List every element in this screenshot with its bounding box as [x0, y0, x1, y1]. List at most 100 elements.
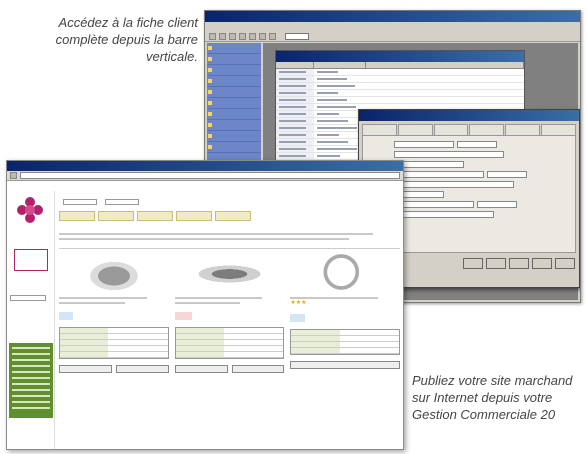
site-search-row [59, 199, 400, 205]
vertical-bar-item[interactable] [207, 76, 261, 87]
product-badge [59, 312, 74, 320]
product-detail-button[interactable] [59, 365, 112, 373]
vertical-bar-item[interactable] [207, 131, 261, 142]
category-link[interactable] [12, 395, 50, 397]
product-table [59, 327, 169, 359]
client-card-button[interactable] [555, 258, 575, 269]
product-image[interactable] [77, 254, 151, 294]
product-detail-button[interactable] [174, 365, 228, 373]
product-image[interactable] [308, 254, 383, 294]
category-link[interactable] [12, 389, 50, 391]
product-image[interactable] [192, 254, 267, 294]
product-table [174, 327, 285, 359]
column-header[interactable] [276, 62, 314, 69]
category-link[interactable] [12, 377, 50, 379]
vertical-bar-item[interactable] [207, 142, 261, 153]
client-list-header [276, 62, 524, 69]
app-menu-bar[interactable] [205, 22, 580, 31]
product-buttons [174, 365, 285, 373]
product-desc [174, 302, 241, 304]
product-desc [59, 302, 125, 304]
client-card-button[interactable] [486, 258, 506, 269]
vertical-bar-item[interactable] [207, 65, 261, 76]
app-toolbar [205, 31, 580, 42]
client-list-row[interactable] [276, 69, 524, 76]
category-link[interactable] [12, 365, 50, 367]
client-card-tab[interactable] [397, 124, 433, 135]
site-left-column [7, 191, 55, 449]
toolbar-button[interactable] [209, 32, 216, 40]
site-badge[interactable] [14, 249, 48, 271]
client-list-row[interactable] [276, 76, 524, 83]
product-buttons [59, 365, 169, 373]
category-link[interactable] [12, 401, 50, 403]
site-logo[interactable] [17, 197, 43, 223]
client-card-tab[interactable] [433, 124, 469, 135]
left-search-input[interactable] [10, 295, 46, 301]
product-name[interactable] [174, 297, 263, 299]
site-search-input[interactable] [105, 199, 139, 205]
category-link[interactable] [12, 359, 50, 361]
add-to-cart-button[interactable] [115, 365, 169, 373]
product-card [174, 252, 285, 392]
category-menu [9, 343, 53, 418]
app-title-bar[interactable] [205, 11, 580, 22]
product-table [290, 329, 401, 355]
client-card-tab[interactable] [505, 124, 541, 135]
category-link[interactable] [12, 383, 50, 385]
intro-text [59, 233, 373, 235]
client-card-button[interactable] [463, 258, 483, 269]
category-link[interactable] [12, 347, 50, 349]
product-card: ★★★ [290, 252, 401, 392]
product-badge [174, 312, 192, 320]
client-card-field [367, 140, 571, 149]
client-list-title-bar[interactable] [276, 51, 524, 62]
vertical-bar-item[interactable] [207, 54, 261, 65]
browser-address-bar [7, 171, 403, 181]
vertical-bar-item[interactable] [207, 87, 261, 98]
client-card-tab[interactable] [469, 124, 505, 135]
client-list-row[interactable] [276, 83, 524, 90]
product-name[interactable] [59, 297, 147, 299]
site-search-input[interactable] [63, 199, 97, 205]
vertical-bar-item[interactable] [207, 98, 261, 109]
site-nav-tab[interactable] [176, 211, 212, 221]
site-nav-tab[interactable] [98, 211, 134, 221]
client-card-field [367, 150, 571, 159]
category-link[interactable] [12, 371, 50, 373]
add-to-cart-button[interactable] [231, 365, 285, 373]
vertical-bar-item[interactable] [207, 109, 261, 120]
site-nav-tab[interactable] [59, 211, 95, 221]
column-header[interactable] [314, 62, 366, 69]
product-badge [290, 314, 305, 322]
menu-item[interactable] [211, 23, 213, 29]
client-list-row[interactable] [276, 97, 524, 104]
site-nav-tab[interactable] [215, 211, 251, 221]
site-nav-tab[interactable] [137, 211, 173, 221]
divider [59, 248, 400, 249]
client-card-tab[interactable] [541, 124, 576, 135]
browser-title-bar[interactable] [7, 161, 403, 171]
category-link[interactable] [12, 353, 50, 355]
column-header[interactable] [366, 62, 524, 69]
client-card-tab[interactable] [362, 124, 397, 135]
caption-top: Accédez à la fiche client complète depui… [55, 15, 198, 64]
client-card-tabs [359, 121, 579, 135]
vertical-bar-item[interactable] [207, 120, 261, 131]
client-list-row[interactable] [276, 90, 524, 97]
browser-back-button[interactable] [10, 172, 17, 179]
toolbar-select[interactable] [285, 32, 309, 40]
toolbar-button[interactable] [239, 32, 246, 40]
toolbar-button[interactable] [249, 32, 256, 40]
vertical-bar-item[interactable] [207, 43, 261, 54]
toolbar-button[interactable] [219, 32, 226, 40]
toolbar-button[interactable] [229, 32, 236, 40]
url-field[interactable] [20, 172, 400, 179]
category-link[interactable] [12, 407, 50, 409]
client-card-button[interactable] [532, 258, 552, 269]
toolbar-button[interactable] [269, 32, 276, 40]
toolbar-button[interactable] [259, 32, 266, 40]
product-detail-button[interactable] [290, 361, 401, 369]
client-card-button[interactable] [509, 258, 529, 269]
client-card-title-bar[interactable] [359, 110, 579, 121]
